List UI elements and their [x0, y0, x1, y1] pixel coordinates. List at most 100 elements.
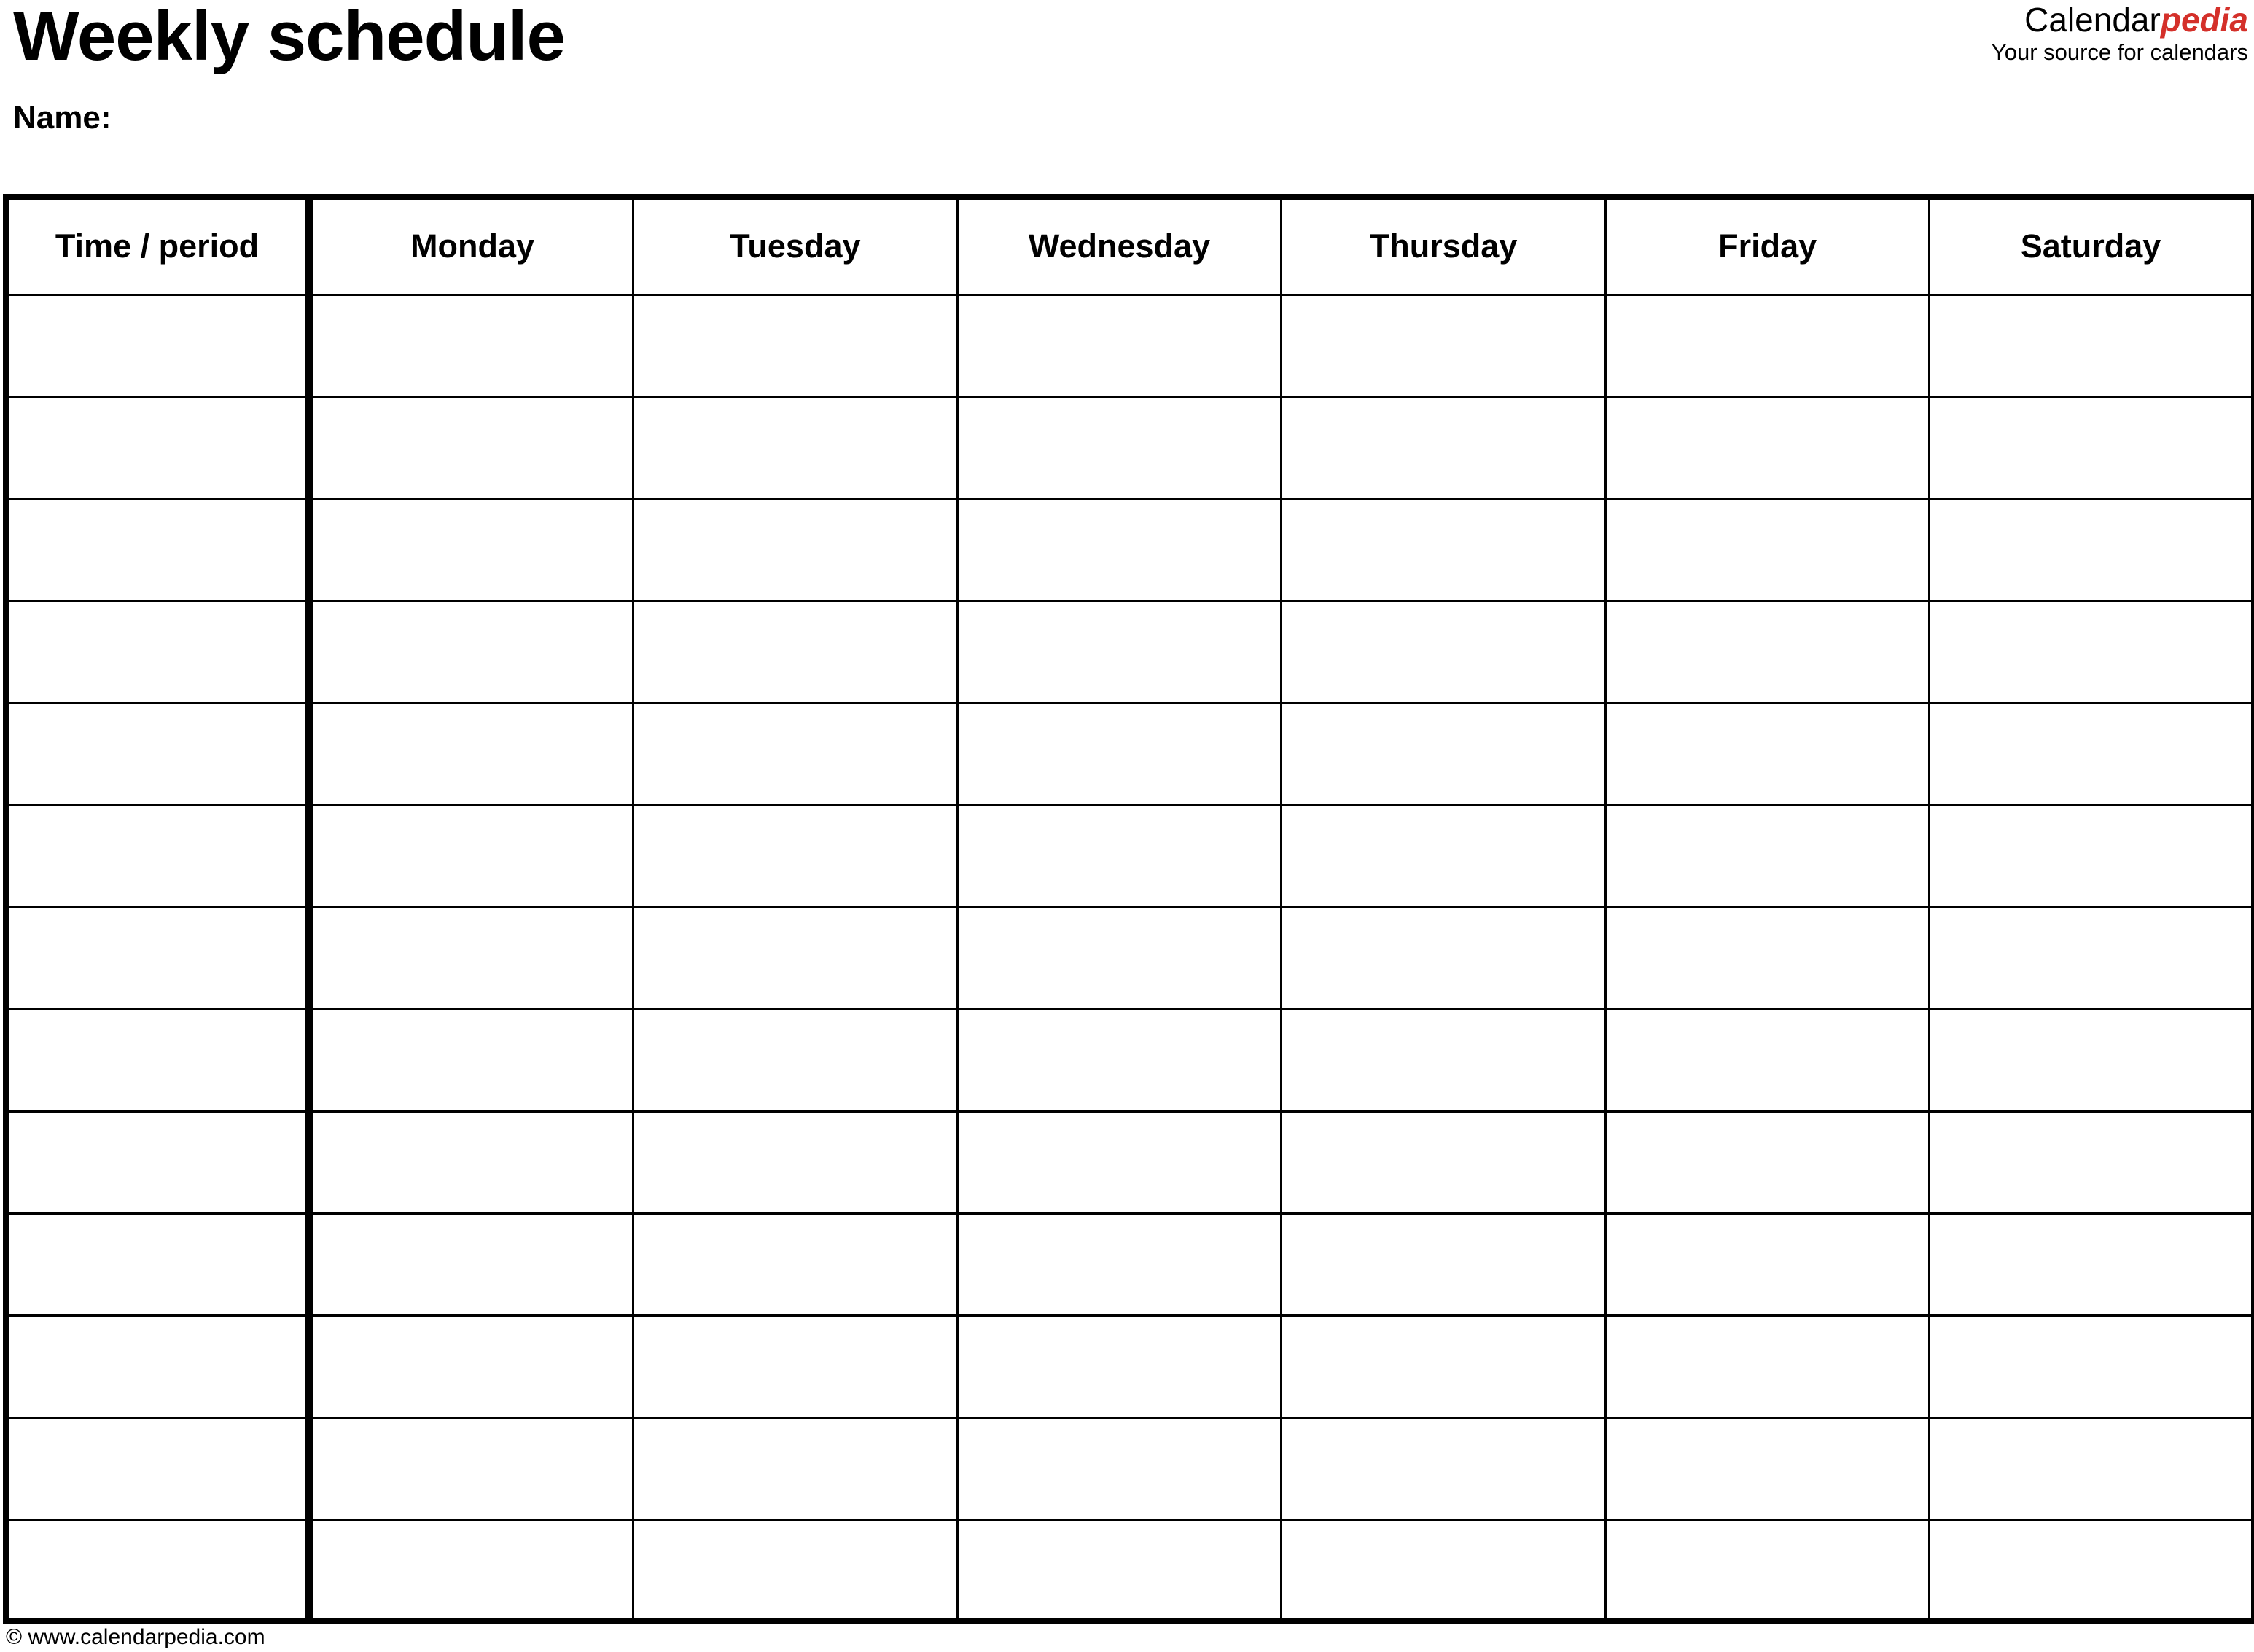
cell-thursday-12[interactable]: [1280, 1416, 1607, 1521]
cell-thursday-11[interactable]: [1280, 1314, 1607, 1419]
cell-friday-13[interactable]: [1604, 1518, 1931, 1624]
cell-monday-5[interactable]: [308, 701, 635, 806]
cell-wednesday-13[interactable]: [956, 1518, 1283, 1624]
cell-saturday-1[interactable]: [1928, 293, 2254, 398]
cell-time-4[interactable]: [3, 599, 313, 704]
cell-friday-12[interactable]: [1604, 1416, 1931, 1521]
name-field-label: Name:: [13, 100, 112, 136]
cell-thursday-4[interactable]: [1280, 599, 1607, 704]
cell-time-10[interactable]: [3, 1212, 313, 1317]
cell-monday-9[interactable]: [308, 1110, 635, 1215]
cell-tuesday-1[interactable]: [632, 293, 959, 398]
cell-wednesday-1[interactable]: [956, 293, 1283, 398]
cell-monday-10[interactable]: [308, 1212, 635, 1317]
cell-friday-2[interactable]: [1604, 395, 1931, 500]
cell-monday-4[interactable]: [308, 599, 635, 704]
cell-wednesday-3[interactable]: [956, 497, 1283, 602]
cell-tuesday-7[interactable]: [632, 905, 959, 1010]
table-row: [3, 1212, 2254, 1317]
cell-saturday-10[interactable]: [1928, 1212, 2254, 1317]
cell-tuesday-3[interactable]: [632, 497, 959, 602]
column-header-friday: Friday: [1604, 195, 1931, 296]
cell-time-11[interactable]: [3, 1314, 313, 1419]
column-header-time: Time / period: [3, 195, 313, 296]
cell-time-5[interactable]: [3, 701, 313, 806]
cell-friday-7[interactable]: [1604, 905, 1931, 1010]
column-header-saturday: Saturday: [1928, 195, 2254, 296]
cell-friday-6[interactable]: [1604, 803, 1931, 908]
cell-saturday-5[interactable]: [1928, 701, 2254, 806]
cell-thursday-9[interactable]: [1280, 1110, 1607, 1215]
cell-wednesday-11[interactable]: [956, 1314, 1283, 1419]
cell-saturday-3[interactable]: [1928, 497, 2254, 602]
table-row: [3, 1314, 2254, 1419]
cell-friday-4[interactable]: [1604, 599, 1931, 704]
cell-time-12[interactable]: [3, 1416, 313, 1521]
cell-wednesday-6[interactable]: [956, 803, 1283, 908]
cell-saturday-2[interactable]: [1928, 395, 2254, 500]
cell-tuesday-4[interactable]: [632, 599, 959, 704]
cell-thursday-7[interactable]: [1280, 905, 1607, 1010]
cell-monday-13[interactable]: [308, 1518, 635, 1624]
cell-tuesday-8[interactable]: [632, 1008, 959, 1113]
cell-wednesday-7[interactable]: [956, 905, 1283, 1010]
cell-monday-7[interactable]: [308, 905, 635, 1010]
brand-tagline: Your source for calendars: [1991, 39, 2248, 65]
cell-wednesday-5[interactable]: [956, 701, 1283, 806]
cell-saturday-11[interactable]: [1928, 1314, 2254, 1419]
cell-saturday-7[interactable]: [1928, 905, 2254, 1010]
cell-thursday-8[interactable]: [1280, 1008, 1607, 1113]
cell-tuesday-9[interactable]: [632, 1110, 959, 1215]
cell-tuesday-11[interactable]: [632, 1314, 959, 1419]
cell-friday-3[interactable]: [1604, 497, 1931, 602]
table-row: [3, 701, 2254, 806]
cell-saturday-12[interactable]: [1928, 1416, 2254, 1521]
cell-monday-11[interactable]: [308, 1314, 635, 1419]
cell-thursday-10[interactable]: [1280, 1212, 1607, 1317]
cell-time-6[interactable]: [3, 803, 313, 908]
cell-saturday-13[interactable]: [1928, 1518, 2254, 1624]
cell-time-13[interactable]: [3, 1518, 313, 1624]
cell-wednesday-2[interactable]: [956, 395, 1283, 500]
cell-tuesday-13[interactable]: [632, 1518, 959, 1624]
cell-tuesday-2[interactable]: [632, 395, 959, 500]
cell-time-7[interactable]: [3, 905, 313, 1010]
cell-time-8[interactable]: [3, 1008, 313, 1113]
cell-monday-12[interactable]: [308, 1416, 635, 1521]
cell-saturday-6[interactable]: [1928, 803, 2254, 908]
column-header-thursday: Thursday: [1280, 195, 1607, 296]
cell-thursday-6[interactable]: [1280, 803, 1607, 908]
cell-monday-3[interactable]: [308, 497, 635, 602]
cell-wednesday-4[interactable]: [956, 599, 1283, 704]
cell-saturday-9[interactable]: [1928, 1110, 2254, 1215]
cell-wednesday-8[interactable]: [956, 1008, 1283, 1113]
cell-friday-10[interactable]: [1604, 1212, 1931, 1317]
cell-time-9[interactable]: [3, 1110, 313, 1215]
cell-saturday-8[interactable]: [1928, 1008, 2254, 1113]
cell-friday-1[interactable]: [1604, 293, 1931, 398]
cell-time-3[interactable]: [3, 497, 313, 602]
cell-friday-5[interactable]: [1604, 701, 1931, 806]
cell-monday-8[interactable]: [308, 1008, 635, 1113]
cell-monday-1[interactable]: [308, 293, 635, 398]
cell-saturday-4[interactable]: [1928, 599, 2254, 704]
cell-time-1[interactable]: [3, 293, 313, 398]
cell-wednesday-10[interactable]: [956, 1212, 1283, 1317]
cell-tuesday-10[interactable]: [632, 1212, 959, 1317]
cell-friday-8[interactable]: [1604, 1008, 1931, 1113]
cell-thursday-5[interactable]: [1280, 701, 1607, 806]
cell-thursday-3[interactable]: [1280, 497, 1607, 602]
cell-thursday-1[interactable]: [1280, 293, 1607, 398]
cell-friday-11[interactable]: [1604, 1314, 1931, 1419]
cell-thursday-2[interactable]: [1280, 395, 1607, 500]
cell-tuesday-12[interactable]: [632, 1416, 959, 1521]
cell-wednesday-12[interactable]: [956, 1416, 1283, 1521]
cell-friday-9[interactable]: [1604, 1110, 1931, 1215]
cell-time-2[interactable]: [3, 395, 313, 500]
cell-tuesday-6[interactable]: [632, 803, 959, 908]
cell-wednesday-9[interactable]: [956, 1110, 1283, 1215]
cell-monday-2[interactable]: [308, 395, 635, 500]
cell-tuesday-5[interactable]: [632, 701, 959, 806]
cell-thursday-13[interactable]: [1280, 1518, 1607, 1624]
cell-monday-6[interactable]: [308, 803, 635, 908]
